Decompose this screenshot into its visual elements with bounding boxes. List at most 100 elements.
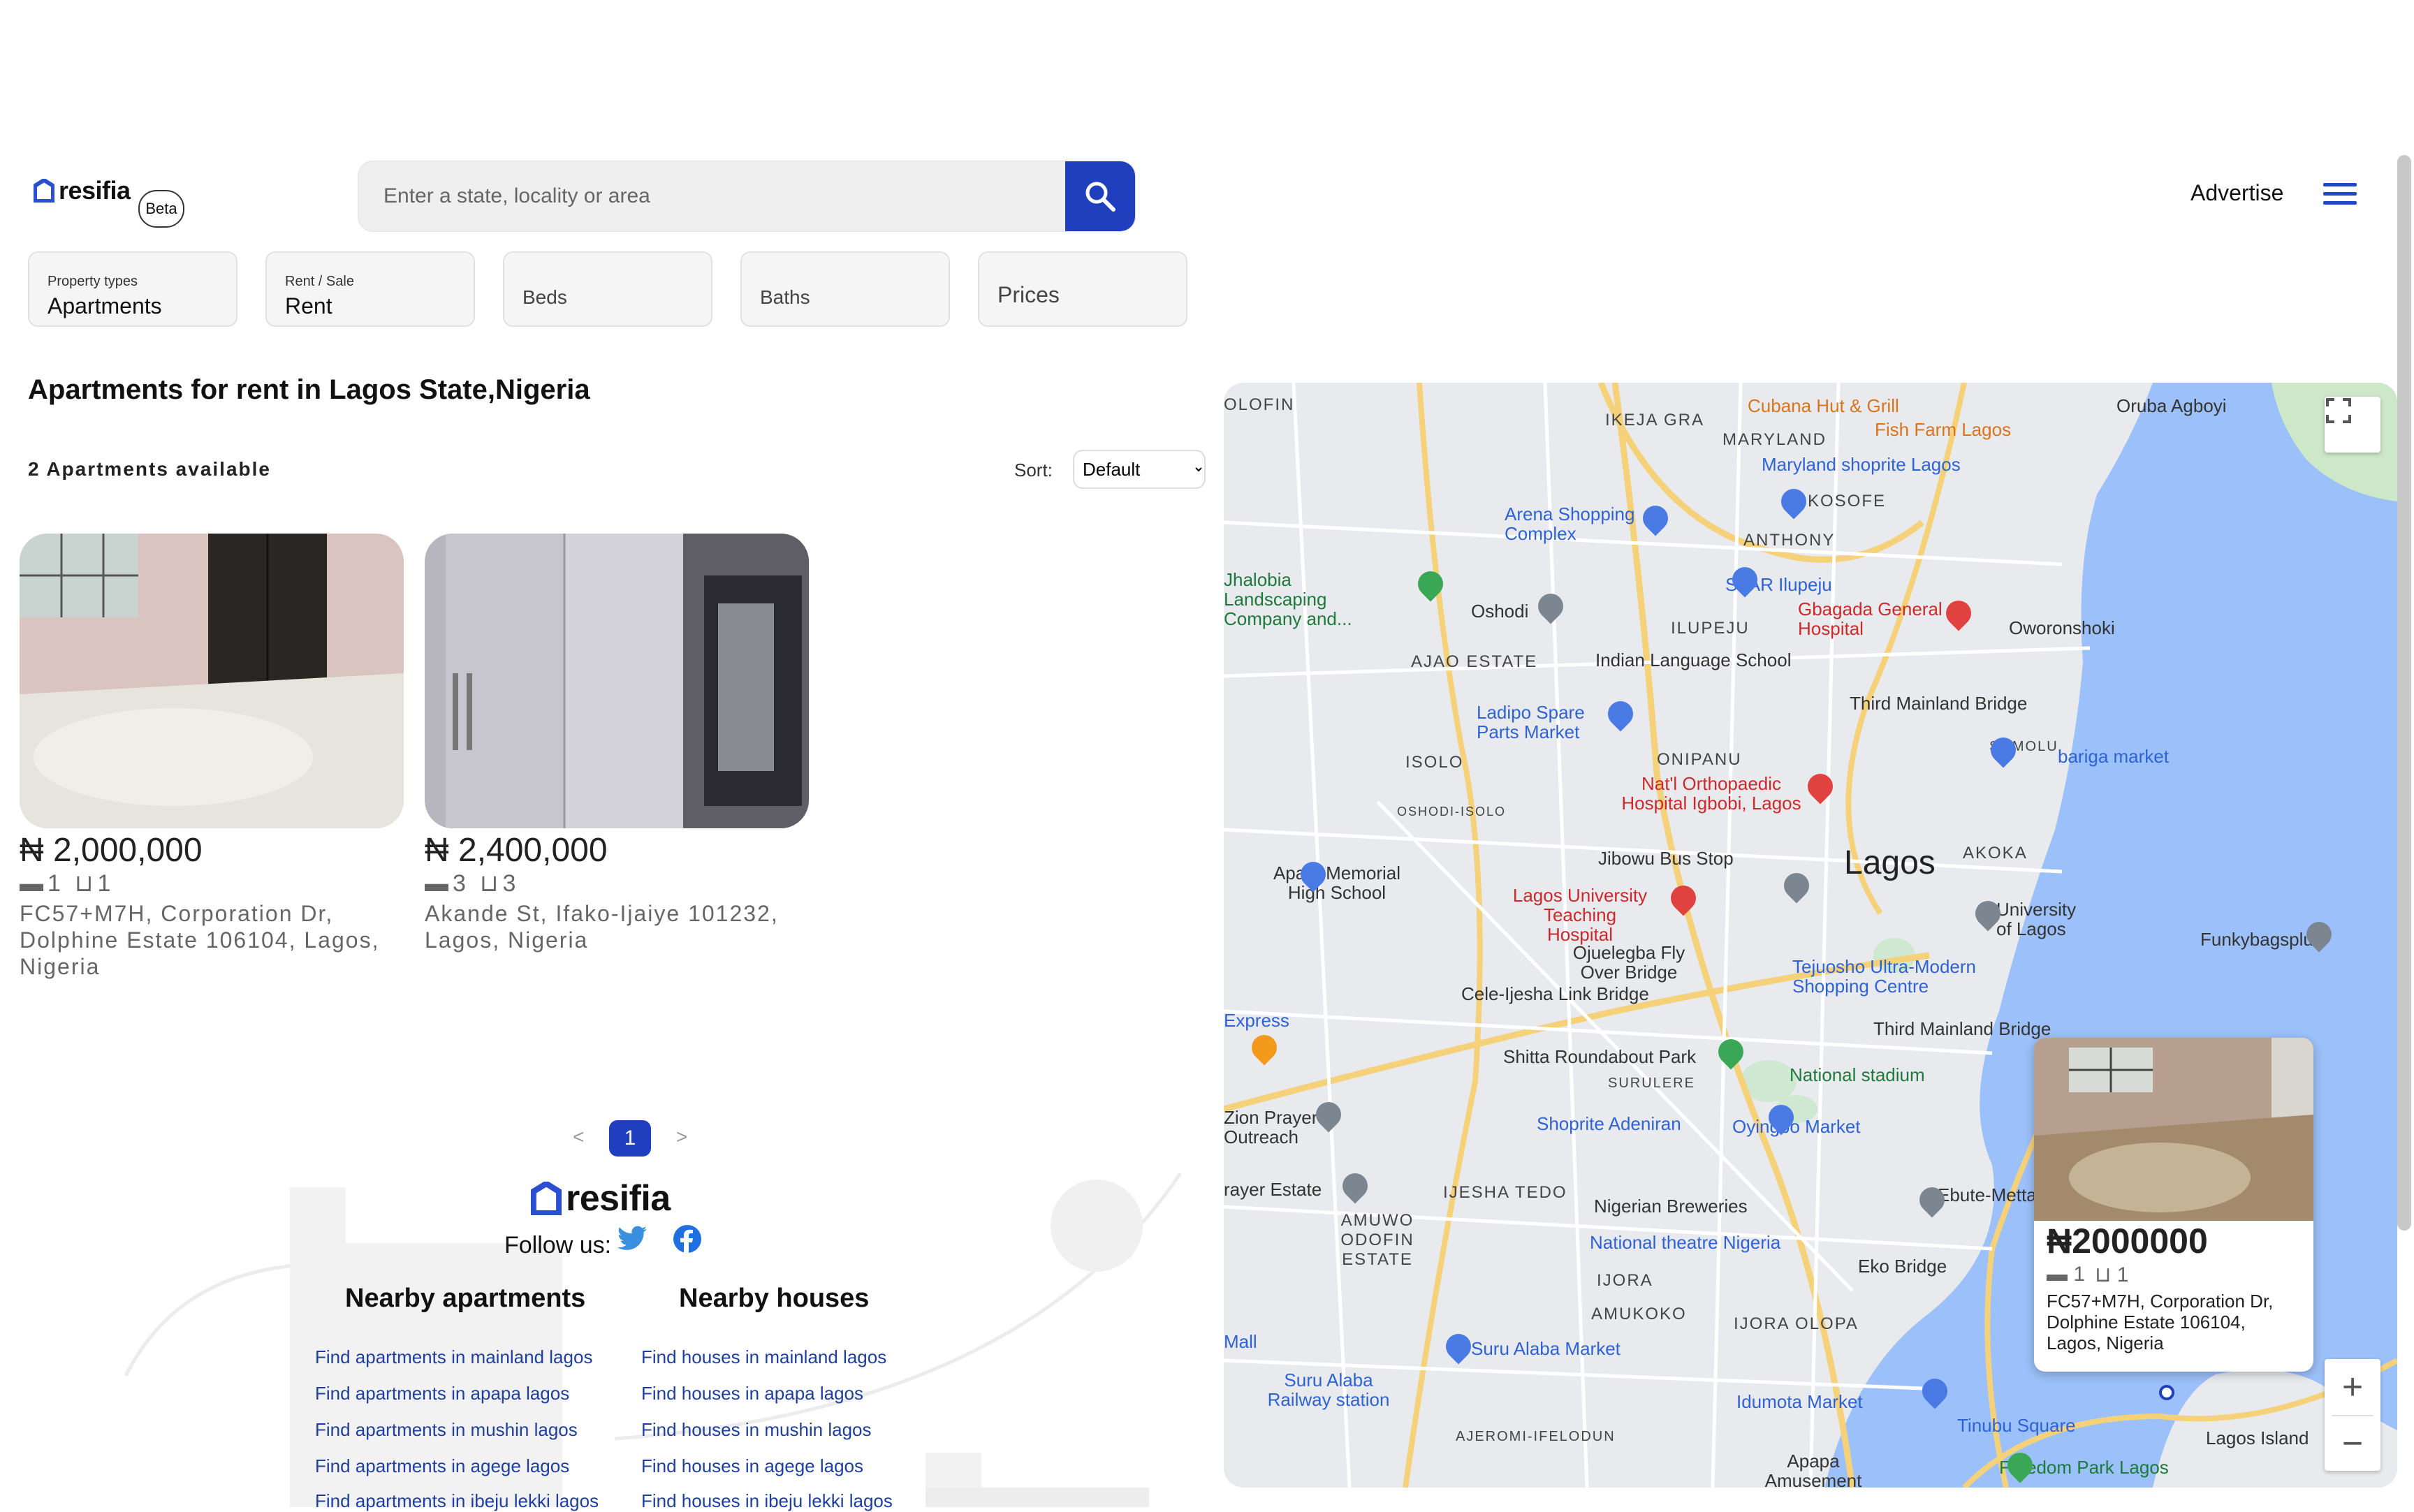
filter-value: Rent <box>285 293 332 318</box>
map-label: Third Mainland Bridge <box>1850 693 2028 714</box>
listing-price: ₦ 2,400,000 <box>425 832 608 869</box>
map-label: IJESHA TEDO <box>1443 1183 1567 1202</box>
nearby-houses-link[interactable]: Find houses in apapa lagos <box>641 1383 863 1404</box>
map-label: Oruba Agboyi <box>2116 395 2227 416</box>
footer-logo[interactable]: resifia <box>531 1177 671 1219</box>
listing-photo[interactable] <box>20 534 404 828</box>
listing-address: FC57+M7H, Corporation Dr, Dolphine Estat… <box>20 901 380 979</box>
filter-label: Beds <box>522 286 567 308</box>
beds-filter[interactable]: Beds <box>503 251 712 327</box>
nearby-apartments-link[interactable]: Find apartments in agege lagos <box>315 1455 569 1477</box>
search-input[interactable] <box>358 161 1064 231</box>
map-label: Suru Alaba Railway station <box>1267 1370 1390 1410</box>
map-label: Shitta Roundabout Park <box>1503 1046 1697 1067</box>
map-label: Ebute-Metta <box>1938 1184 2037 1205</box>
map-label: Oshodi <box>1471 601 1529 622</box>
map-label: National stadium <box>1790 1064 1925 1085</box>
map-label: Nat'l Orthopaedic Hospital Igbobi, Lagos <box>1621 773 1801 814</box>
facebook-icon[interactable] <box>673 1225 701 1253</box>
map-label: OLOFIN <box>1224 395 1295 414</box>
map-label: Zion Prayer Outreach <box>1224 1107 1318 1147</box>
map-label: OSHODI-ISOLO <box>1397 805 1507 819</box>
logo-house-icon <box>34 179 54 203</box>
nearby-apartments-link[interactable]: Find apartments in mushin lagos <box>315 1419 578 1441</box>
map-label: Eko Bridge <box>1858 1256 1947 1277</box>
prices-filter[interactable]: Prices <box>978 251 1187 327</box>
map-label: rayer Estate <box>1224 1179 1322 1200</box>
beds-count: 1 <box>2073 1263 2086 1286</box>
bath-icon: ⊔ <box>74 870 94 897</box>
nearby-houses-link[interactable]: Find houses in mushin lagos <box>641 1419 872 1441</box>
map-label: Ladipo Spare Parts Market <box>1477 702 1585 742</box>
map-label: AMUWO ODOFIN ESTATE <box>1340 1211 1414 1269</box>
nearby-apartments-link[interactable]: Find apartments in apapa lagos <box>315 1383 569 1404</box>
bath-icon: ⊔ <box>479 870 499 897</box>
map-label: AKOKA <box>1963 844 2028 863</box>
filter-label: Rent / Sale <box>285 274 354 289</box>
bed-icon: ▬ <box>425 869 448 897</box>
map-label: ONIPANU <box>1657 750 1742 769</box>
beds-count: 3 <box>453 869 466 897</box>
search-button[interactable] <box>1065 161 1135 231</box>
site-logo[interactable]: resifia <box>34 176 131 205</box>
search-icon <box>1085 182 1115 212</box>
nearby-houses-link[interactable]: Find houses in mainland lagos <box>641 1346 886 1368</box>
nearby-apartments-link[interactable]: Find apartments in ibeju lekki lagos <box>315 1490 599 1512</box>
nearby-houses-link[interactable]: Find houses in ibeju lekki lagos <box>641 1490 893 1512</box>
map-label: Arena Shopping Complex <box>1505 504 1635 544</box>
search-bar <box>358 161 1136 232</box>
map-label: Indian Language School <box>1595 649 1792 670</box>
sort-select[interactable]: Default <box>1073 450 1206 489</box>
beta-badge: Beta <box>138 190 184 228</box>
nearby-apartments-link[interactable]: Find apartments in mainland lagos <box>315 1346 592 1368</box>
map-label: Cele-Ijesha Link Bridge <box>1461 983 1649 1004</box>
baths-filter[interactable]: Baths <box>740 251 950 327</box>
listing-card[interactable]: ₦ 2,400,000 ▬ 3 ⊔ 3 Akande St, Ifako-Ijaiy… <box>425 534 809 953</box>
map-label: Jhalobia Landscaping Company and... <box>1224 569 1352 629</box>
listing-photo[interactable] <box>425 534 809 828</box>
filter-label: Baths <box>760 286 810 308</box>
map-label: ILUPEJU <box>1671 619 1750 638</box>
zoom-controls: + − <box>2325 1359 2380 1471</box>
zoom-in-button[interactable]: + <box>2325 1359 2380 1415</box>
map-label: Third Mainland Bridge <box>1873 1018 2051 1039</box>
map-label: University of Lagos <box>1996 899 2077 939</box>
map-label: AJEROMI-IFELODUN <box>1456 1429 1616 1444</box>
listing-card[interactable]: ₦ 2,000,000 ▬ 1 ⊔ 1 FC57+M7H, Corporation … <box>20 534 404 980</box>
page-scrollbar[interactable] <box>2397 155 2411 1231</box>
fullscreen-button[interactable] <box>2325 397 2380 453</box>
selected-location-marker[interactable] <box>2158 1384 2175 1401</box>
baths-count: 1 <box>97 869 111 897</box>
filter-value: Apartments <box>47 293 162 318</box>
twitter-icon[interactable] <box>617 1225 647 1252</box>
map-label: IKEJA GRA <box>1605 411 1705 430</box>
map-label: Funkybagsplus <box>2200 929 2322 950</box>
listing-price: ₦ 2,000,000 <box>20 832 203 869</box>
popup-features: ▬ 1 ⊔ 1 <box>2047 1263 2128 1287</box>
nearby-houses-link[interactable]: Find houses in agege lagos <box>641 1455 863 1477</box>
listing-features: ▬ 3 ⊔ 3 <box>425 869 809 897</box>
brand-name: resifia <box>566 1178 671 1219</box>
baths-count: 1 <box>2116 1263 2129 1286</box>
map-label: National theatre Nigeria <box>1590 1232 1781 1253</box>
sort-label: Sort: <box>1014 460 1053 480</box>
map-label: Tinubu Square <box>1957 1415 2076 1436</box>
property-type-filter[interactable]: Property types Apartments <box>28 251 237 327</box>
map-label: Lagos <box>1844 844 1936 881</box>
brand-name: resifia <box>59 176 131 205</box>
popup-price: ₦2000000 <box>2047 1221 2208 1261</box>
bed-icon: ▬ <box>2047 1263 2068 1286</box>
map-label: AMUKOKO <box>1591 1305 1687 1323</box>
map-listing-popup[interactable]: ₦2000000 ▬ 1 ⊔ 1 FC57+M7H, Corporation D… <box>2034 1038 2313 1372</box>
map-label: Apapa Amusement Park <box>1764 1451 1862 1488</box>
hamburger-menu-icon[interactable] <box>2323 183 2357 208</box>
map-label: Lagos University Teaching Hospital <box>1512 885 1648 945</box>
map-label: Idumota Market <box>1736 1391 1863 1412</box>
map-label: bariga market <box>2058 746 2169 767</box>
map-label: ANTHONY <box>1743 531 1836 550</box>
map-label: SURULERE <box>1608 1076 1695 1091</box>
advertise-link[interactable]: Advertise <box>2190 180 2283 206</box>
zoom-out-button[interactable]: − <box>2325 1416 2380 1471</box>
rent-sale-filter[interactable]: Rent / Sale Rent <box>265 251 475 327</box>
map-label: Oworonshoki <box>2009 617 2115 638</box>
